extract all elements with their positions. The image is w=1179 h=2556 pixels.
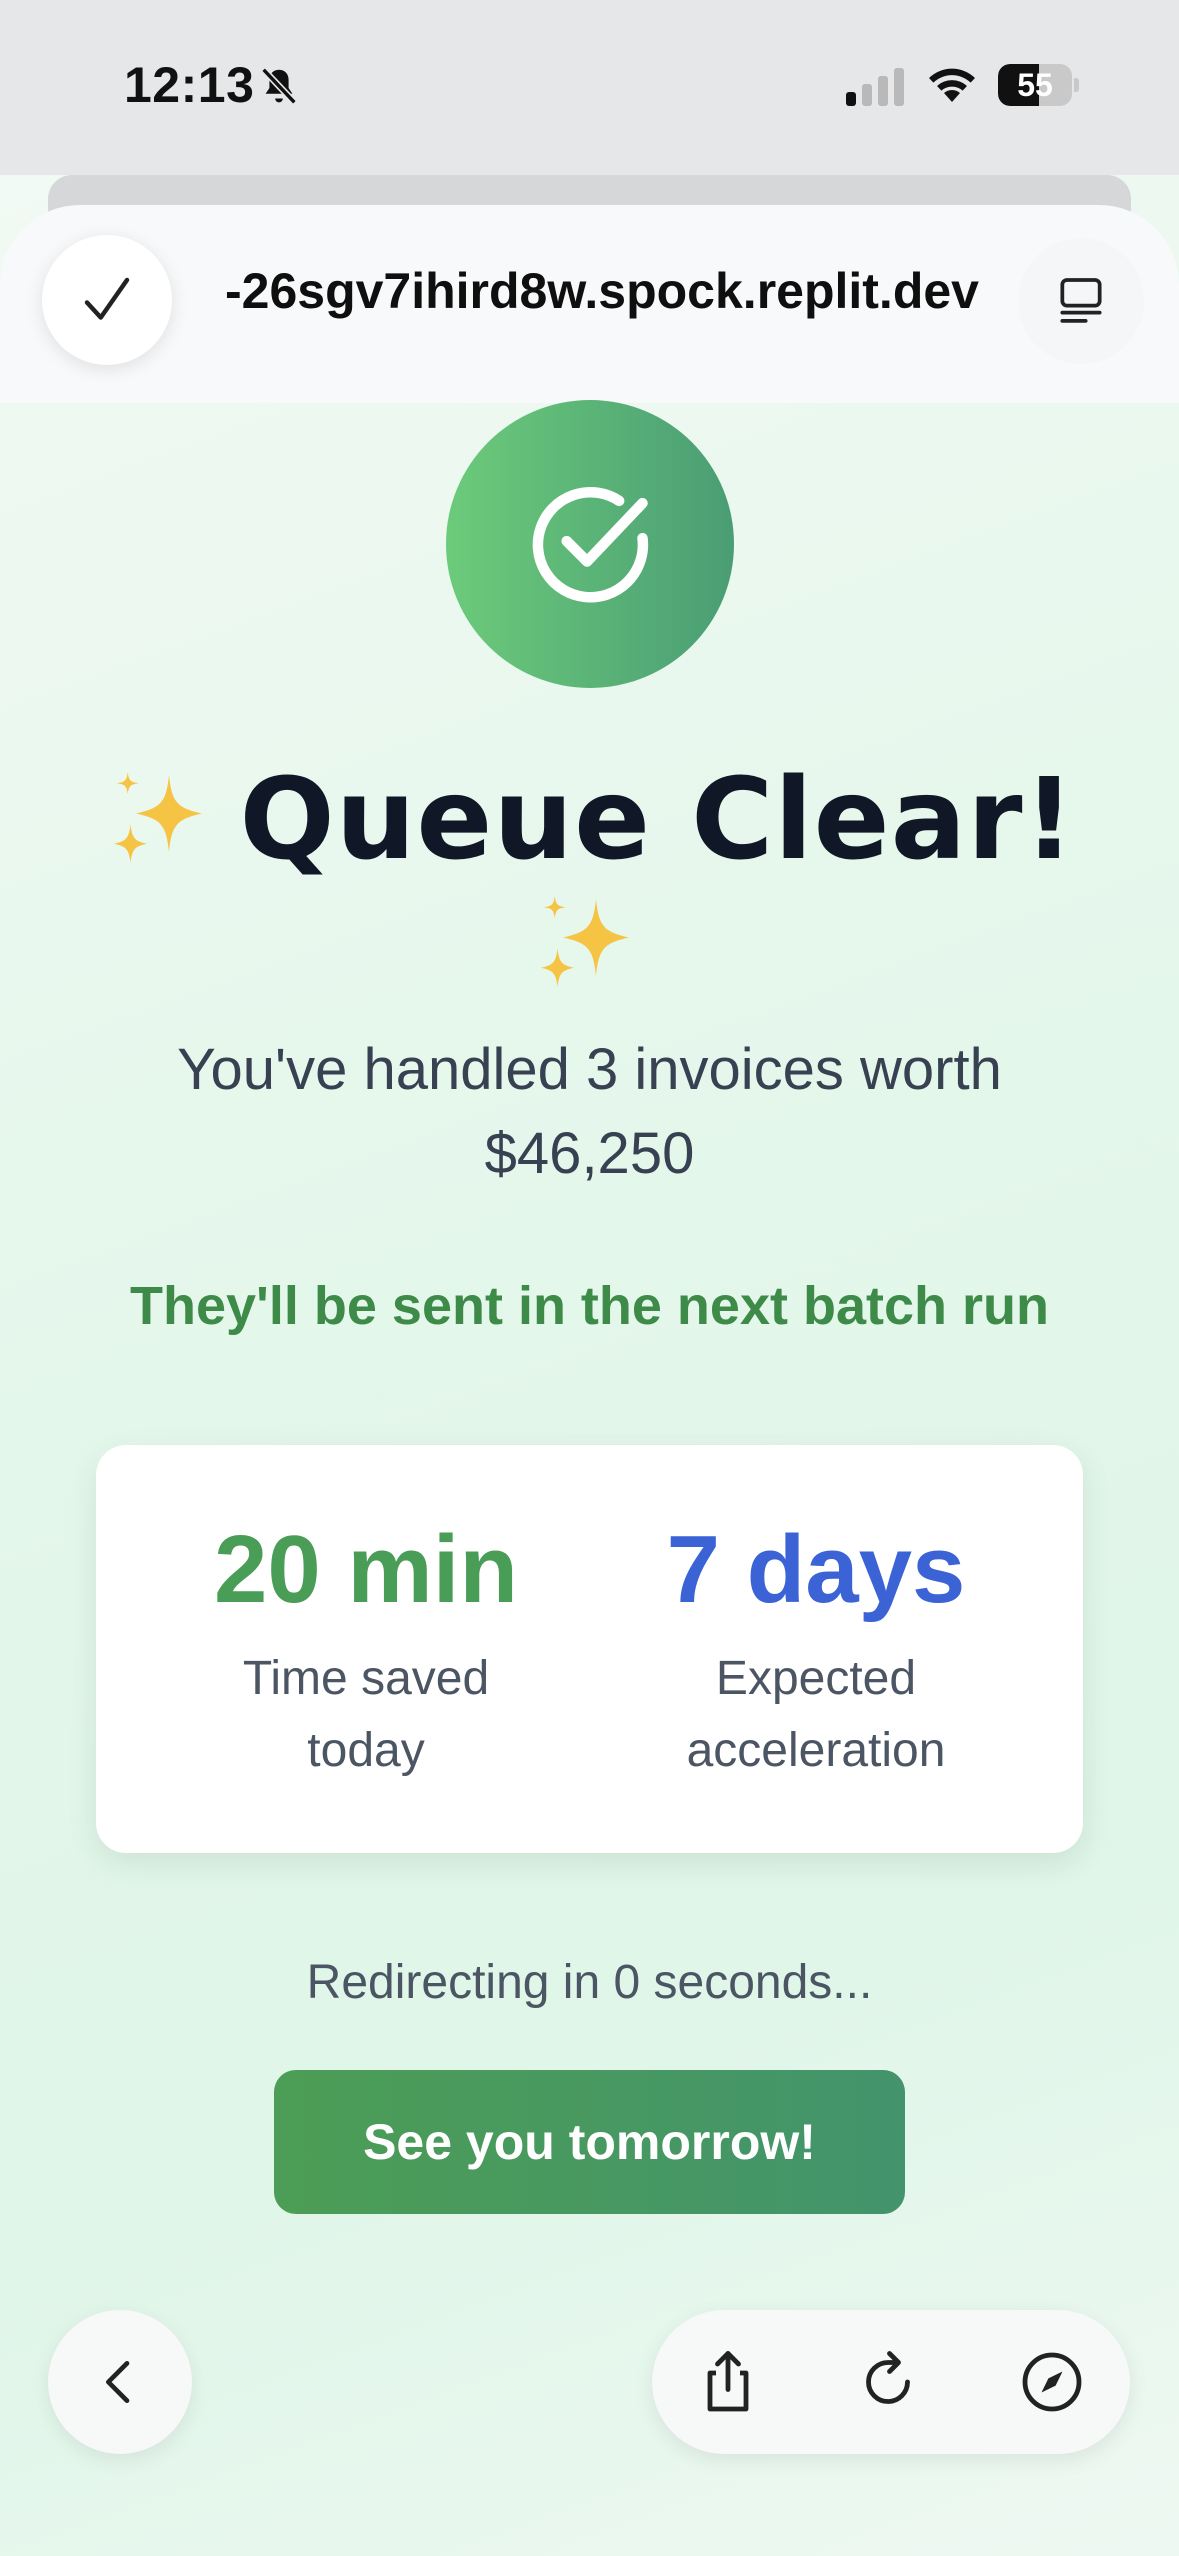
sparkles-icon <box>541 896 629 987</box>
url-text[interactable]: -26sgv7ihird8w.spock.replit.dev <box>225 262 1005 320</box>
cellular-signal-icon <box>846 68 904 106</box>
chevron-left-icon <box>106 2361 130 2403</box>
stat-label: Expected acceleration <box>596 1643 1036 1787</box>
stat-time-saved: 20 min Time saved today <box>146 1515 586 1787</box>
see-you-tomorrow-button[interactable]: See you tomorrow! <box>274 2070 905 2214</box>
stat-label-line: today <box>307 1724 425 1777</box>
reader-icon <box>1060 278 1102 323</box>
invoice-summary: You've handled 3 invoices worth $46,250 <box>177 1037 1002 1186</box>
stats-card: 20 min Time saved today 7 days Expected … <box>96 1445 1083 1853</box>
reload-icon[interactable] <box>852 2346 924 2418</box>
check-circle-icon <box>532 487 649 603</box>
stat-acceleration: 7 days Expected acceleration <box>596 1515 1036 1787</box>
stat-value: 7 days <box>666 1516 966 1623</box>
battery-indicator: 55 <box>998 64 1079 106</box>
check-button[interactable] <box>42 235 172 365</box>
title-row: Queue Clear! <box>0 755 1179 885</box>
reader-button[interactable] <box>1018 238 1144 364</box>
batch-note: They'll be sent in the next batch run <box>130 1276 1049 1336</box>
check-icon <box>84 277 130 320</box>
sparkles-icon <box>114 772 203 864</box>
compass-icon[interactable] <box>1016 2346 1088 2418</box>
back-button[interactable] <box>48 2310 192 2454</box>
stat-label-line: Expected <box>715 1652 917 1705</box>
battery-level: 55 <box>1017 67 1053 103</box>
redirect-countdown: Redirecting in 0 seconds... <box>306 1956 873 2009</box>
wifi-icon <box>929 68 975 102</box>
silent-bell-icon <box>261 67 297 105</box>
status-time: 12:13 <box>124 57 255 113</box>
status-bar: 12:13 55 <box>0 0 1179 175</box>
share-icon[interactable] <box>692 2346 764 2418</box>
stat-label-line: acceleration <box>686 1724 946 1777</box>
stat-label: Time saved today <box>146 1643 586 1787</box>
stat-label-line: Time saved <box>242 1652 490 1705</box>
browser-actions <box>652 2310 1130 2454</box>
success-badge <box>446 400 734 688</box>
stat-value: 20 min <box>213 1516 519 1623</box>
page-title: Queue Clear! <box>239 755 1076 885</box>
